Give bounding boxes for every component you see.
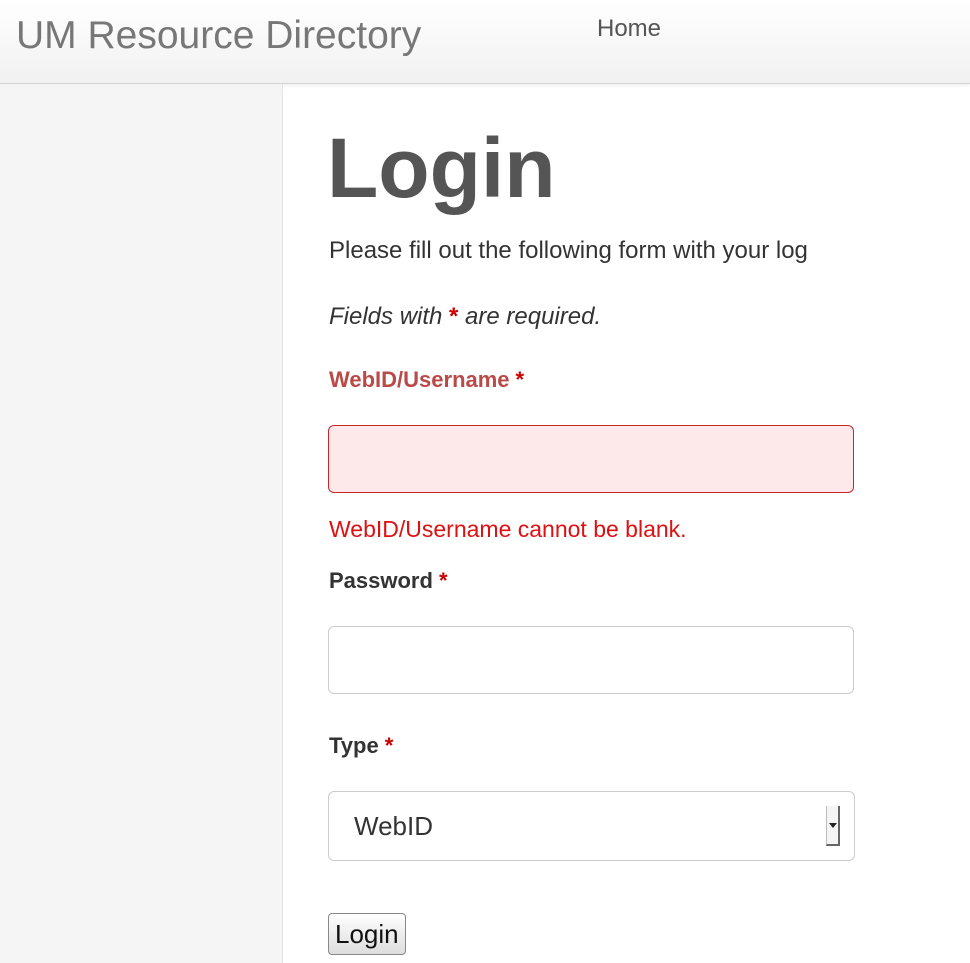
type-required-marker: * [384,733,394,758]
required-marker: * [449,303,459,330]
required-note-suffix: are required. [458,303,602,330]
required-note: Fields with * are required. [329,301,601,333]
password-input[interactable] [328,626,854,694]
username-error-message: WebID/Username cannot be blank. [329,516,687,542]
page-title: Login [327,121,556,215]
username-label: WebID/Username * [329,365,524,395]
main-content: Login Please fill out the following form… [283,84,970,963]
nav-link-home[interactable]: Home [597,14,661,44]
navbar: UM Resource Directory Home [0,0,970,84]
type-select[interactable]: WebID [328,791,855,861]
dropdown-arrow-icon[interactable] [826,806,840,846]
type-select-value: WebID [354,811,433,841]
required-note-prefix: Fields with [329,303,450,330]
password-label: Password * [329,566,448,596]
sidebar [0,84,283,963]
password-required-marker: * [438,568,448,593]
type-label: Type * [329,731,393,761]
username-required-marker: * [515,367,525,392]
type-label-text: Type [329,733,379,758]
login-button[interactable]: Login [328,913,406,955]
password-label-text: Password [329,568,433,593]
intro-text: Please fill out the following form with … [329,237,808,264]
username-label-text: WebID/Username [329,367,510,392]
username-input[interactable] [328,425,854,493]
brand-title[interactable]: UM Resource Directory [16,12,421,60]
